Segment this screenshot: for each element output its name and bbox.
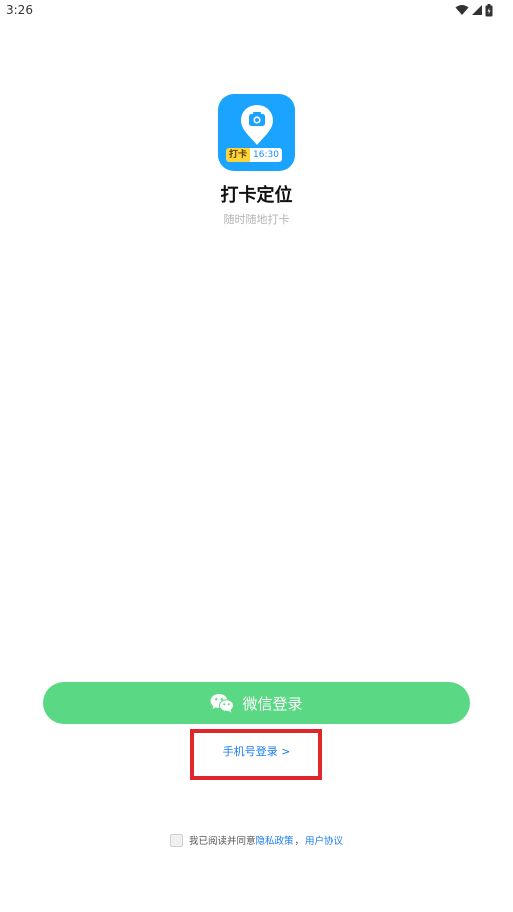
status-icons (455, 3, 493, 17)
app-slogan: 随时随地打卡 (223, 213, 290, 226)
app-logo: 打卡 16:30 (218, 94, 295, 171)
user-agreement-link[interactable]: 用户协议 (305, 833, 343, 847)
app-logo-tag: 打卡 16:30 (226, 148, 282, 162)
location-camera-icon (241, 105, 273, 145)
app-name: 打卡定位 (220, 185, 293, 206)
agreement-prefix: 我已阅读并同意 (188, 836, 256, 847)
wifi-icon (455, 5, 469, 15)
login-screen: 3:26 打卡 16:30 打卡定位 随时随地打卡 微信登录 手机号登录 > 我… (0, 0, 513, 912)
privacy-policy-link[interactable]: 隐私政策 (255, 833, 293, 847)
wechat-login-label: 微信登录 (242, 694, 303, 713)
agreement-separator: ， (294, 836, 305, 847)
agreement-row: 我已阅读并同意 隐私政策 ， 用户协议 (0, 832, 513, 848)
agreement-checkbox[interactable] (169, 833, 183, 847)
status-time: 3:26 (6, 3, 33, 17)
status-bar: 3:26 (0, 0, 513, 22)
highlight-annotation-box (190, 729, 322, 780)
cellular-signal-icon (472, 5, 482, 15)
wechat-icon (210, 694, 235, 713)
app-logo-tag-checkin: 打卡 (226, 148, 251, 162)
battery-icon (485, 3, 493, 16)
wechat-login-button[interactable]: 微信登录 (43, 682, 470, 724)
app-logo-tag-time: 16:30 (250, 148, 282, 162)
